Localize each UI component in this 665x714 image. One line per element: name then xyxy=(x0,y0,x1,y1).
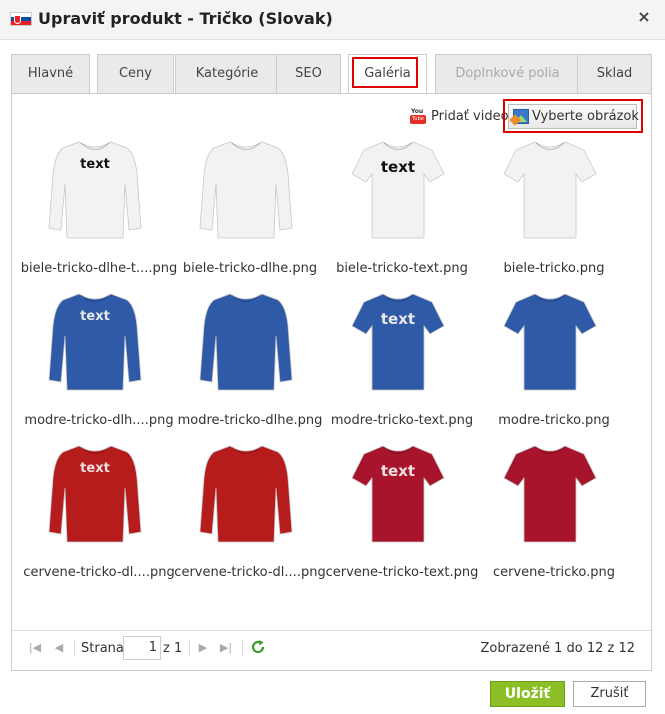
gallery-item-filename: biele-tricko-dlhe-t....png xyxy=(20,261,178,276)
shirt-print-text: text xyxy=(381,158,415,176)
gallery-item[interactable]: text modre-tricko-dlh....png xyxy=(19,282,174,434)
image-gallery: text biele-tricko-dlhe-t....png biele-tric… xyxy=(15,130,645,590)
gallery-item[interactable]: modre-tricko-dlhe.png xyxy=(170,282,322,434)
select-image-highlight xyxy=(503,99,643,133)
gallery-item-filename: biele-tricko-dlhe.png xyxy=(182,261,318,276)
shirt-print-text: text xyxy=(80,461,110,476)
close-icon[interactable]: × xyxy=(636,9,652,25)
gallery-item-filename: cervene-tricko-dl....png xyxy=(174,565,326,580)
sweatshirt-image xyxy=(199,293,293,391)
tab-hlavne[interactable]: Hlavné xyxy=(11,54,90,93)
tab-highlight xyxy=(352,57,418,88)
gallery-item-filename: modre-tricko.png xyxy=(498,413,610,428)
page-label: Strana xyxy=(81,641,124,656)
gallery-item-filename: biele-tricko-text.png xyxy=(336,261,468,276)
tab-sklad[interactable]: Sklad xyxy=(577,54,652,93)
pager-divider xyxy=(189,640,190,656)
gallery-item[interactable]: text modre-tricko-text.png xyxy=(322,282,474,434)
gallery-item-filename: biele-tricko.png xyxy=(503,261,605,276)
page-number-input[interactable]: 1 xyxy=(123,636,161,660)
shirt-print-text: text xyxy=(80,309,110,324)
dialog-title: Upraviť produkt - Tričko (Slovak) xyxy=(38,9,333,28)
next-page-icon[interactable]: ▶ xyxy=(196,641,210,655)
sweatshirt-image: text xyxy=(48,141,142,239)
pager-divider xyxy=(242,640,243,656)
gallery-item[interactable]: biele-tricko-dlhe.png xyxy=(170,130,322,282)
shirt-print-text: text xyxy=(381,310,415,328)
gallery-item-filename: modre-tricko-dlh....png xyxy=(24,413,174,428)
slovak-flag-icon xyxy=(10,12,32,26)
youtube-icon[interactable]: You Tube xyxy=(410,108,426,124)
tshirt-image: text xyxy=(351,141,445,239)
sweatshirt-image: text xyxy=(48,293,142,391)
sweatshirt-image xyxy=(199,141,293,239)
gallery-item-filename: modre-tricko-text.png xyxy=(330,413,474,428)
last-page-icon[interactable]: ▶| xyxy=(219,641,233,655)
gallery-item[interactable]: cervene-tricko.png xyxy=(474,434,626,586)
save-button[interactable]: Uložiť xyxy=(490,681,565,707)
prev-page-icon[interactable]: ◀ xyxy=(52,641,66,655)
cancel-button[interactable]: Zrušiť xyxy=(573,681,646,707)
gallery-item-filename: modre-tricko-dlhe.png xyxy=(177,413,323,428)
tab-kategorie[interactable]: Kategórie xyxy=(175,54,279,93)
first-page-icon[interactable]: |◀ xyxy=(28,641,42,655)
tab-seo[interactable]: SEO xyxy=(276,54,341,93)
tab-doplnkove-polia: Doplnkové polia xyxy=(435,54,580,93)
gallery-item[interactable]: modre-tricko.png xyxy=(474,282,626,434)
dialog-titlebar: Upraviť produkt - Tričko (Slovak) × xyxy=(0,0,665,40)
tshirt-image xyxy=(503,141,597,239)
page-count-label: z 1 xyxy=(163,641,183,656)
gallery-item[interactable]: text cervene-tricko-text.png xyxy=(322,434,478,586)
pager-divider xyxy=(74,640,75,656)
sweatshirt-image xyxy=(199,445,293,543)
gallery-item[interactable]: biele-tricko.png xyxy=(474,130,626,282)
gallery-item-filename: cervene-tricko-dl....png xyxy=(23,565,175,580)
add-video-link[interactable]: Pridať video xyxy=(431,109,509,124)
gallery-item[interactable]: text biele-tricko-dlhe-t....png xyxy=(19,130,177,282)
shirt-print-text: text xyxy=(80,157,110,172)
gallery-item[interactable]: cervene-tricko-dl....png xyxy=(170,434,326,586)
tshirt-image: text xyxy=(351,293,445,391)
gallery-item-filename: cervene-tricko-text.png xyxy=(325,565,479,580)
gallery-item-filename: cervene-tricko.png xyxy=(493,565,615,580)
tab-ceny[interactable]: Ceny xyxy=(97,54,174,93)
sweatshirt-image: text xyxy=(48,445,142,543)
refresh-icon[interactable] xyxy=(250,639,266,655)
gallery-item[interactable]: text biele-tricko-text.png xyxy=(322,130,474,282)
tshirt-image xyxy=(503,293,597,391)
gallery-item[interactable]: text cervene-tricko-dl....png xyxy=(19,434,175,586)
pager-status: Zobrazené 1 do 12 z 12 xyxy=(480,641,635,656)
pager-bar: |◀ ◀ Strana 1 z 1 ▶ ▶| Zobrazené 1 do 12… xyxy=(12,630,651,668)
tshirt-image: text xyxy=(351,445,445,543)
shirt-print-text: text xyxy=(381,462,415,480)
tshirt-image xyxy=(503,445,597,543)
